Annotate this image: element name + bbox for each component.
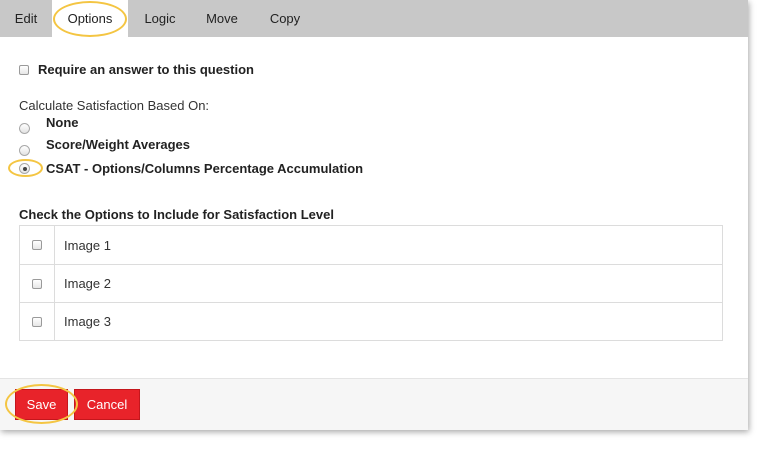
option-checkbox-image-2[interactable]: [32, 278, 42, 289]
table-row: Image 2: [20, 264, 722, 302]
tab-options[interactable]: Options: [52, 0, 128, 37]
tab-bar: Edit Options Logic Move Copy: [0, 0, 748, 37]
satisfaction-heading: Calculate Satisfaction Based On:: [19, 98, 210, 113]
table-row-checkbox-cell: [20, 265, 55, 302]
option-label: Image 2: [64, 276, 111, 291]
satisfaction-option-label: Score/Weight Averages: [46, 137, 191, 152]
table-row-checkbox-cell: [20, 303, 55, 340]
tab-move[interactable]: Move: [192, 0, 252, 37]
cancel-button[interactable]: Cancel: [74, 389, 140, 420]
satisfaction-option-label: CSAT - Options/Columns Percentage Accumu…: [46, 161, 364, 176]
radio-csat[interactable]: [19, 163, 30, 174]
require-answer-row[interactable]: Require an answer to this question: [19, 62, 254, 77]
radio-none[interactable]: [19, 123, 30, 134]
satisfaction-option-score-weight[interactable]: Score/Weight Averages: [19, 137, 191, 156]
option-label: Image 3: [64, 314, 111, 329]
satisfaction-option-csat[interactable]: CSAT - Options/Columns Percentage Accumu…: [19, 161, 363, 176]
options-table: Image 1 Image 2 Image 3: [19, 225, 723, 341]
require-answer-checkbox[interactable]: [19, 64, 29, 75]
tab-logic[interactable]: Logic: [128, 0, 192, 37]
require-answer-label: Require an answer to this question: [38, 62, 254, 77]
table-row-checkbox-cell: [20, 226, 55, 264]
tab-copy[interactable]: Copy: [252, 0, 318, 37]
table-row: Image 1: [20, 226, 722, 264]
tab-edit[interactable]: Edit: [0, 0, 52, 37]
save-button[interactable]: Save: [15, 389, 68, 420]
satisfaction-option-label: None: [46, 115, 79, 130]
radio-score-weight[interactable]: [19, 145, 30, 156]
table-row: Image 3: [20, 302, 722, 340]
satisfaction-option-none[interactable]: None: [19, 115, 79, 134]
option-checkbox-image-3[interactable]: [32, 316, 42, 327]
option-checkbox-image-1[interactable]: [32, 240, 42, 250]
option-label: Image 1: [64, 237, 111, 253]
options-table-heading: Check the Options to Include for Satisfa…: [19, 207, 334, 222]
question-options-panel: Edit Options Logic Move Copy Require an …: [0, 0, 748, 430]
